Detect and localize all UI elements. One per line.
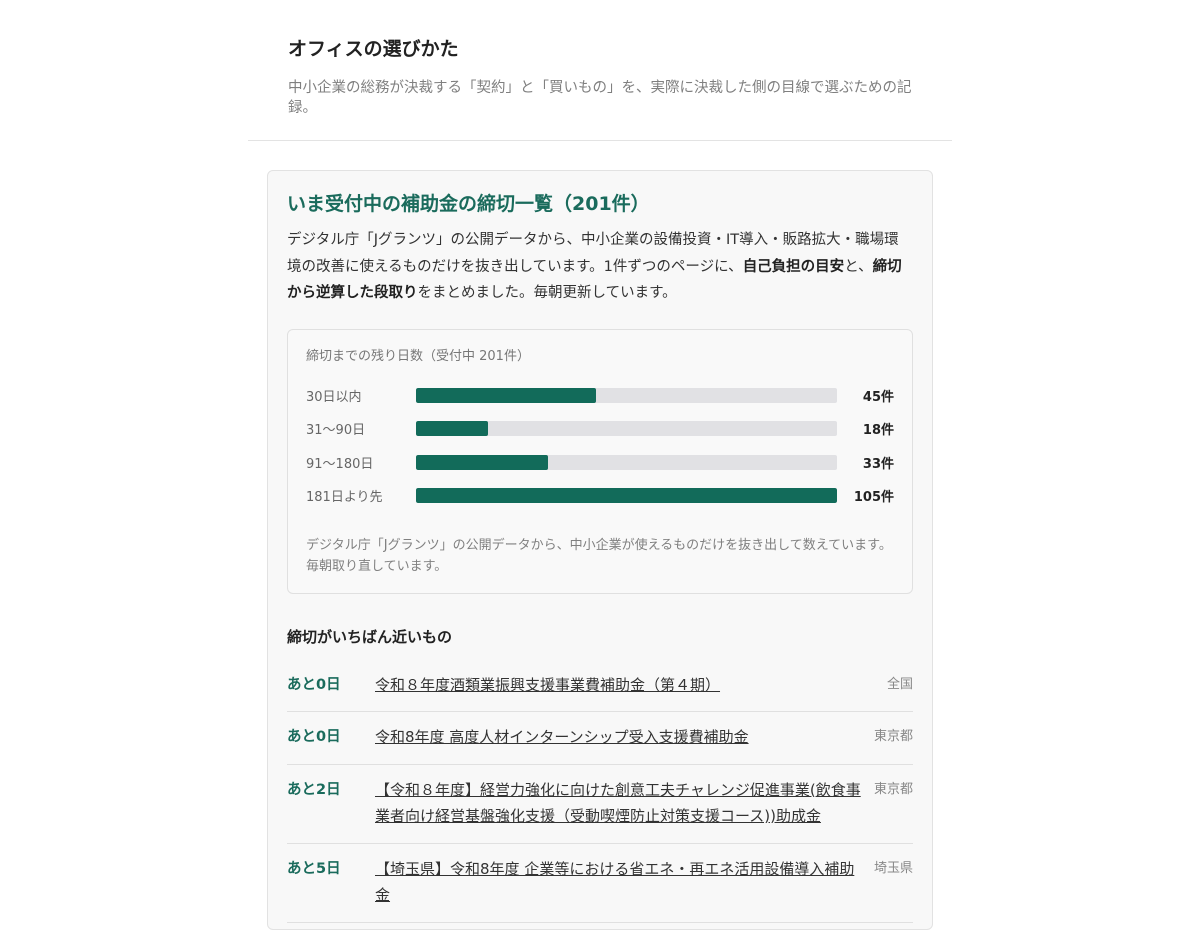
- days-left-label: あと5日: [287, 860, 341, 877]
- deadline-item: あと0日 令和8年度 高度人材インターンシップ受入支援費補助金 東京都: [287, 712, 913, 765]
- desc-text-2: と、: [844, 258, 873, 275]
- deadline-item: あと2日 【令和８年度】経営力強化に向けた創意工夫チャレンジ促進事業(飲食事業者向…: [287, 765, 913, 844]
- region-label: 埼玉県: [873, 860, 913, 876]
- nearest-deadlines-heading: 締切がいちばん近いもの: [287, 627, 453, 646]
- deadline-item: あと5日 【埼玉県】令和8年度 企業等における省エネ・再エネ活用設備導入補助金 埼玉…: [287, 844, 913, 923]
- bar-row: 31〜90日 18件: [306, 412, 894, 446]
- days-left-label: あと2日: [287, 781, 341, 798]
- bar-category-label: 30日以内: [306, 389, 362, 405]
- deadline-list: あと0日 令和８年度酒類業振興支援事業費補助金（第４期） 全国 あと0日 令和8年度 高…: [287, 660, 913, 923]
- subsidy-link[interactable]: 【令和８年度】経営力強化に向けた創意工夫チャレンジ促進事業(飲食事業者向け経営基…: [375, 777, 861, 830]
- bar-track: [416, 387, 837, 403]
- card-description: デジタル庁「Jグランツ」の公開データから、中小企業の設備投資・IT導入・販路拡大…: [287, 227, 913, 307]
- bar-value-label: 105件: [853, 490, 894, 506]
- days-left-label: あと0日: [287, 676, 341, 693]
- bar-fill: [416, 421, 489, 437]
- subsidy-deadline-card: いま受付中の補助金の締切一覧（201件） デジタル庁「Jグランツ」の公開データか…: [267, 170, 933, 930]
- chart-bars: 30日以内 45件 31〜90日 18件 91〜180日 33件 181日より先 105件: [306, 379, 894, 513]
- bar-value-label: 18件: [862, 423, 894, 439]
- site-title[interactable]: オフィスの選びかた: [288, 36, 932, 62]
- days-left-label: あと0日: [287, 729, 341, 745]
- chart-caption: 締切までの残り日数（受付中 201件）: [306, 348, 530, 364]
- bar-category-label: 91〜180日: [306, 456, 374, 472]
- bar-category-label: 181日より先: [306, 490, 383, 506]
- subsidy-link[interactable]: 【埼玉県】令和8年度 企業等における省エネ・再エネ活用設備導入補助金: [375, 856, 861, 909]
- chart-note: デジタル庁「Jグランツ」の公開データから、中小企業が使えるものだけを抜き出して数…: [306, 537, 892, 574]
- region-label: 全国: [886, 676, 913, 692]
- region-label: 東京都: [873, 781, 913, 797]
- bar-row: 91〜180日 33件: [306, 446, 894, 480]
- desc-text-3: をまとめました。毎朝更新しています。: [417, 285, 677, 301]
- site-header: オフィスの選びかた 中小企業の総務が決裁する「契約」と「買いもの」を、実際に決裁…: [268, 0, 932, 140]
- card-title: いま受付中の補助金の締切一覧（201件）: [287, 193, 650, 215]
- bar-category-label: 31〜90日: [306, 423, 366, 439]
- deadline-item: あと0日 令和８年度酒類業振興支援事業費補助金（第４期） 全国: [287, 660, 913, 712]
- bar-value-label: 45件: [862, 389, 894, 405]
- bar-row: 181日より先 105件: [306, 479, 894, 513]
- subsidy-link[interactable]: 令和８年度酒類業振興支援事業費補助金（第４期）: [375, 672, 861, 699]
- bar-row: 30日以内 45件: [306, 379, 894, 413]
- desc-bold-1: 自己負担の目安: [742, 258, 845, 275]
- bar-value-label: 33件: [862, 456, 894, 472]
- bar-track: [416, 488, 837, 504]
- bar-track: [416, 454, 837, 470]
- subsidy-link[interactable]: 令和8年度 高度人材インターンシップ受入支援費補助金: [375, 724, 861, 751]
- bar-track: [416, 421, 837, 437]
- site-tagline: 中小企業の総務が決裁する「契約」と「買いもの」を、実際に決裁した側の目線で選ぶた…: [288, 80, 912, 116]
- days-remaining-chart: 締切までの残り日数（受付中 201件） 30日以内 45件 31〜90日 18件 91〜…: [287, 328, 913, 594]
- bar-fill: [416, 454, 549, 470]
- header-divider: [248, 140, 952, 141]
- bar-fill: [416, 488, 837, 504]
- region-label: 東京都: [873, 729, 913, 744]
- bar-fill: [416, 387, 597, 403]
